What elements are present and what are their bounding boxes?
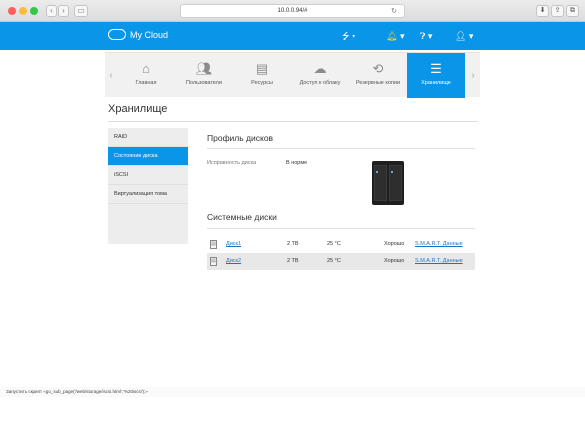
minimize-window-button[interactable] — [19, 7, 27, 15]
reload-icon[interactable]: ↻ — [391, 5, 397, 18]
user-icon[interactable]: 👤︎ ▾ — [455, 30, 473, 42]
status-led — [376, 171, 378, 173]
divider — [108, 121, 478, 122]
nav-label: Пользователи — [186, 80, 222, 86]
table-row: ▤ Диск2 2 TB 25 °C Хорошо S.M.A.R.T. Дан… — [207, 253, 475, 270]
help-icon[interactable]: ❓︎ ▾ — [420, 30, 432, 42]
divider — [207, 148, 475, 149]
cloud-logo-icon — [108, 29, 126, 40]
disk-status: Хорошо — [384, 241, 405, 247]
disk-name-link[interactable]: Диск1 — [226, 236, 241, 253]
side-item-raid[interactable]: RAID — [108, 128, 188, 147]
system-disks-title: Системные диски — [207, 212, 277, 222]
address-url: 10.0.0.94/# — [277, 8, 308, 14]
disk-temperature: 25 °C — [327, 258, 341, 264]
nav-label: Резервные копии — [355, 80, 401, 86]
page-title: Хранилище — [108, 103, 168, 115]
browser-status-bar: Запустить скрипт «go_sub_page('/web/stor… — [0, 387, 585, 397]
disk-temperature: 25 °C — [327, 241, 341, 247]
share-icon[interactable]: ⇪ — [551, 5, 564, 17]
disk-size: 2 TB — [287, 241, 299, 247]
main-navigation: ‹ ⌂ Главная 👥︎ Пользователи ▤ Ресурсы ☁︎… — [105, 52, 480, 98]
nav-item-backups[interactable]: ⟲ Резервные копии — [349, 53, 407, 98]
nav-label: Главная — [135, 80, 157, 86]
close-window-button[interactable] — [8, 7, 16, 15]
disk-name-link[interactable]: Диск2 — [226, 253, 241, 270]
nav-label: Хранилище — [421, 80, 451, 86]
table-row: ▤ Диск1 2 TB 25 °C Хорошо S.M.A.R.T. Дан… — [207, 236, 475, 253]
nas-device-image — [372, 161, 404, 205]
nav-item-users[interactable]: 👥︎ Пользователи — [175, 53, 233, 98]
cloud-access-icon: ☁︎ — [313, 61, 327, 76]
bell-icon[interactable]: 🔔︎ ▾ — [386, 30, 404, 42]
disk-profile-title: Профиль дисков — [207, 133, 274, 143]
hdd-icon: ▤ — [210, 240, 217, 249]
logo-text: My Cloud — [130, 29, 169, 40]
sidebar-icon[interactable]: ▭ — [74, 5, 88, 17]
smart-data-link[interactable]: S.M.A.R.T. Данные — [415, 253, 463, 270]
nav-scroll-right-icon[interactable]: › — [467, 53, 479, 98]
folder-icon: ▤ — [255, 61, 269, 76]
nav-scroll-left-icon[interactable]: ‹ — [105, 53, 117, 98]
users-icon: 👥︎ — [195, 61, 213, 76]
home-icon: ⌂ — [142, 61, 150, 76]
back-icon[interactable]: ‹ — [46, 5, 57, 17]
usb-icon[interactable]: ⭍ ▾ — [342, 30, 355, 42]
nav-item-shares[interactable]: ▤ Ресурсы — [233, 53, 291, 98]
disk-health-value: В норме — [286, 160, 308, 166]
storage-icon: ☰ — [430, 61, 442, 76]
side-item-volume-virtualization[interactable]: Виртуализация тома — [108, 185, 188, 204]
tabs-icon[interactable]: ⧉ — [566, 5, 579, 17]
divider — [207, 228, 475, 229]
nav-label: Доступ к облаку — [299, 80, 341, 86]
disk-health-label: Исправность диска — [207, 160, 257, 166]
app-header: My Cloud ⭍ ▾ 🔔︎ ▾ ❓︎ ▾ 👤︎ ▾ — [0, 22, 585, 50]
nav-label: Ресурсы — [251, 80, 273, 86]
hdd-icon: ▤ — [210, 257, 217, 266]
nav-item-storage[interactable]: ☰ Хранилище — [407, 53, 465, 98]
nav-item-cloud-access[interactable]: ☁︎ Доступ к облаку — [291, 53, 349, 98]
zoom-window-button[interactable] — [30, 7, 38, 15]
browser-toolbar: ‹ › ▭ 10.0.0.94/# ↻ ⬇ ⇪ ⧉ — [0, 0, 585, 22]
address-bar[interactable]: 10.0.0.94/# ↻ — [180, 4, 405, 18]
page-bottom — [0, 397, 585, 427]
storage-side-menu: RAID Состояние диска iSCSI Виртуализация… — [108, 128, 188, 244]
app-logo[interactable]: My Cloud — [108, 29, 168, 40]
disk-status: Хорошо — [384, 258, 405, 264]
status-led — [391, 171, 393, 173]
side-item-disk-status[interactable]: Состояние диска — [108, 147, 188, 166]
forward-icon[interactable]: › — [58, 5, 69, 17]
download-icon[interactable]: ⬇ — [536, 5, 549, 17]
smart-data-link[interactable]: S.M.A.R.T. Данные — [415, 236, 463, 253]
backup-icon: ⟲ — [372, 61, 384, 76]
side-item-iscsi[interactable]: iSCSI — [108, 166, 188, 185]
nav-item-home[interactable]: ⌂ Главная — [117, 53, 175, 98]
disk-size: 2 TB — [287, 258, 299, 264]
